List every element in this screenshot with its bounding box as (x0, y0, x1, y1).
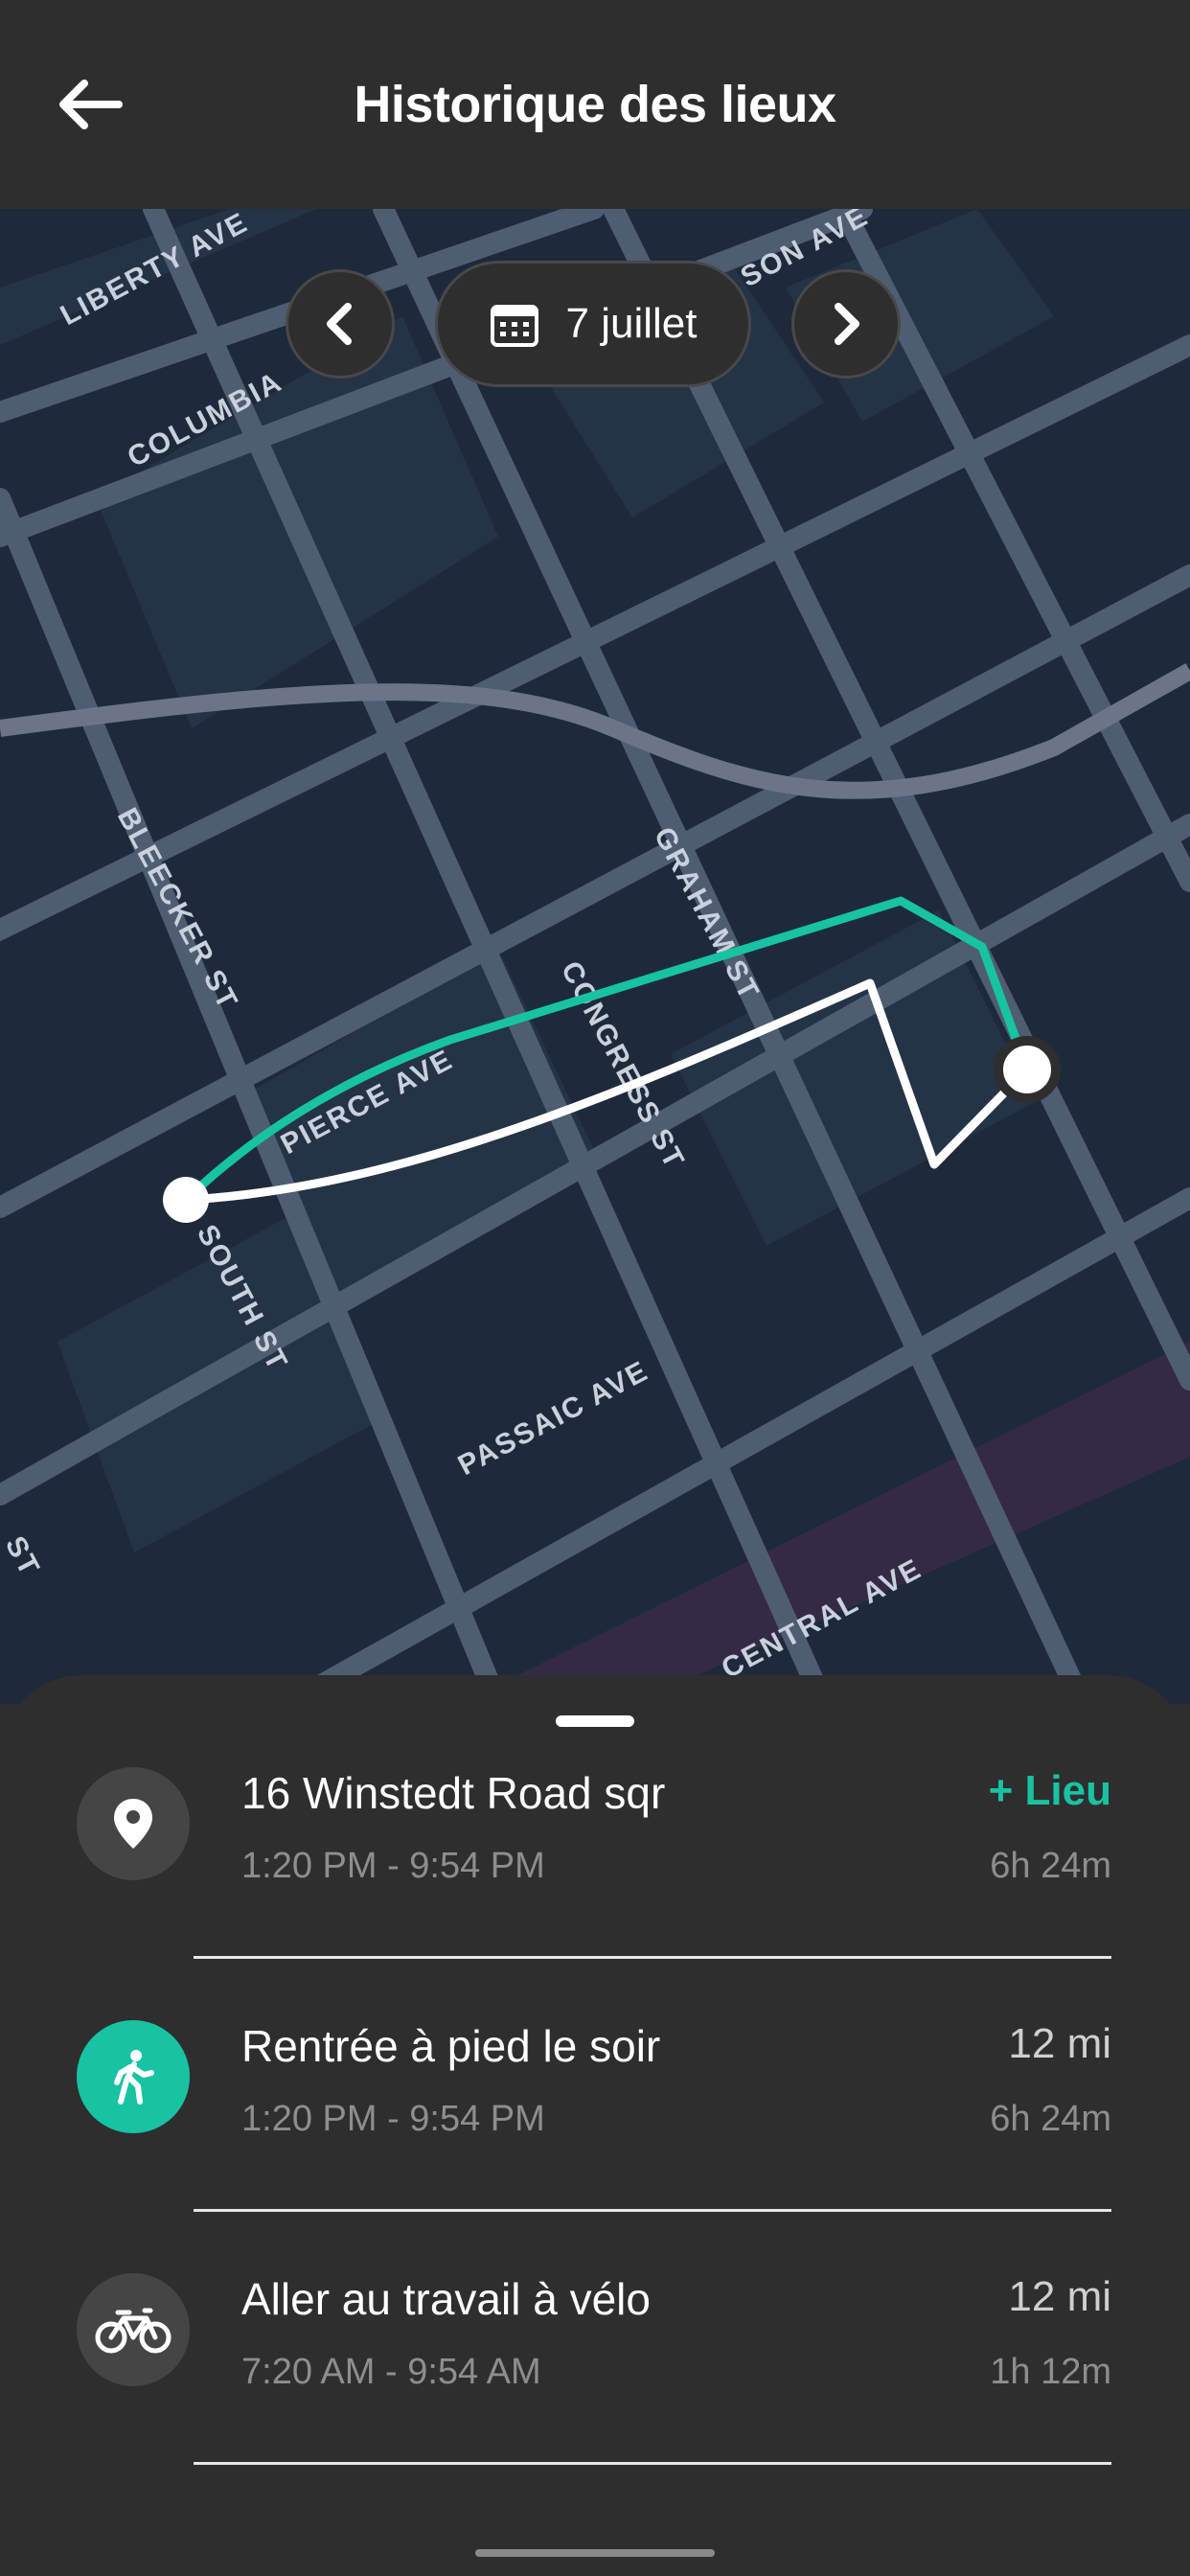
bicycle-icon (95, 2308, 172, 2354)
timeline-row-walk[interactable]: Rentrée à pied le soir 1:20 PM - 9:54 PM… (0, 2020, 1190, 2212)
timeline-row-bike[interactable]: Aller au travail à vélo 7:20 AM - 9:54 A… (0, 2273, 1190, 2465)
add-place-button[interactable]: + Lieu (989, 1767, 1111, 1815)
home-indicator[interactable] (475, 2549, 715, 2557)
bike-distance: 12 mi (1008, 2273, 1111, 2320)
place-name: 16 Winstedt Road sqr (241, 1768, 666, 1818)
route-start-marker (163, 1177, 209, 1223)
chevron-right-icon (835, 303, 859, 345)
app-header: Historique des lieux (0, 0, 1190, 209)
place-time: 1:20 PM - 9:54 PM (241, 1846, 545, 1886)
location-pin-icon (114, 1799, 152, 1849)
chevron-left-icon (327, 303, 352, 345)
street-label-passaic: PASSAIC AVE (453, 1355, 654, 1482)
page-title: Historique des lieux (354, 76, 836, 133)
timeline-sheet: 16 Winstedt Road sqr 1:20 PM - 9:54 PM +… (0, 1675, 1190, 2576)
row-divider (194, 2209, 1111, 2212)
row-divider (194, 1956, 1111, 1959)
walk-duration: 6h 24m (990, 2099, 1111, 2139)
route-end-marker (994, 1036, 1061, 1103)
bike-duration: 1h 12m (990, 2352, 1111, 2392)
previous-day-button[interactable] (286, 269, 395, 379)
bike-icon-container (77, 2273, 190, 2386)
walk-icon-container (77, 2020, 190, 2133)
map-view[interactable]: LIBERTY AVE COLUMBIA SON AVE BLEECKER ST… (0, 209, 1190, 1704)
timeline-row-place[interactable]: 16 Winstedt Road sqr 1:20 PM - 9:54 PM +… (0, 1767, 1190, 1959)
walk-distance: 12 mi (1008, 2020, 1111, 2067)
bike-time: 7:20 AM - 9:54 AM (241, 2352, 541, 2392)
date-picker-button[interactable]: 7 juillet (435, 261, 751, 387)
date-label: 7 juillet (565, 300, 698, 347)
street-label-graham: GRAHAM ST (648, 822, 766, 1006)
walking-person-icon (114, 2050, 154, 2104)
street-label-st: ST (0, 1531, 46, 1582)
map-canvas: LIBERTY AVE COLUMBIA SON AVE BLEECKER ST… (0, 209, 1190, 1704)
place-duration: 6h 24m (990, 1846, 1111, 1886)
walk-time: 1:20 PM - 9:54 PM (241, 2099, 545, 2139)
row-divider (194, 2462, 1111, 2465)
next-day-button[interactable] (791, 269, 901, 379)
walk-name: Rentrée à pied le soir (241, 2021, 661, 2071)
calendar-icon (490, 305, 538, 347)
date-navigation: 7 juillet (0, 261, 1190, 387)
place-icon-container (77, 1767, 190, 1880)
sheet-drag-handle[interactable] (556, 1715, 634, 1727)
bike-name: Aller au travail à vélo (241, 2274, 651, 2324)
